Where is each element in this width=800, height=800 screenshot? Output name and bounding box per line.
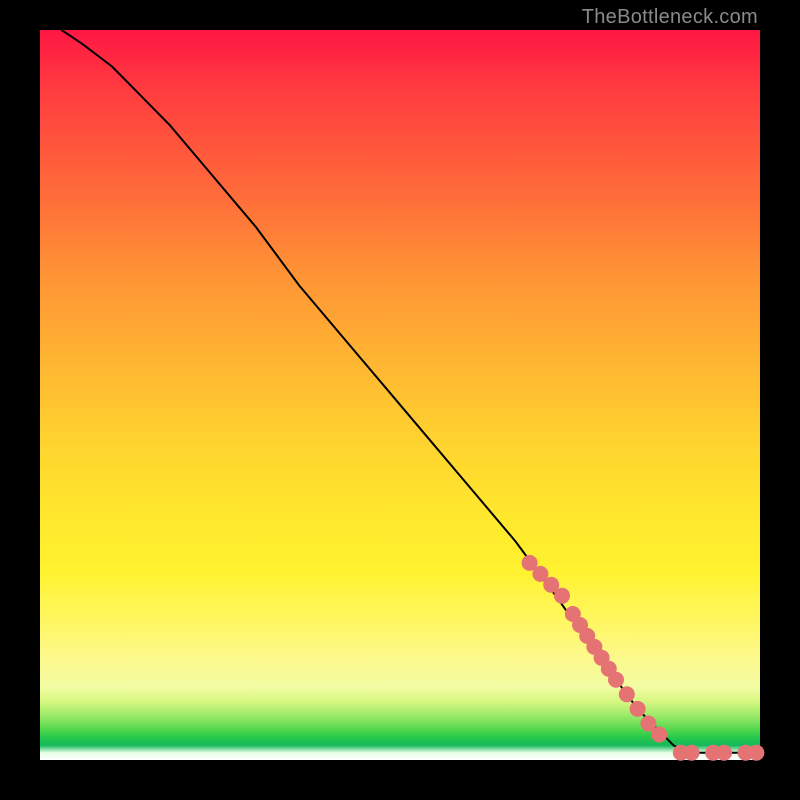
data-marker [630,701,646,717]
data-marker [651,727,667,743]
chart-svg [40,30,760,760]
data-marker [748,745,764,761]
data-marker [716,745,732,761]
bottleneck-curve [62,30,753,753]
attribution-text: TheBottleneck.com [582,6,758,29]
data-marker [684,745,700,761]
data-marker [619,686,635,702]
data-marker [554,588,570,604]
chart-container: TheBottleneck.com [0,0,800,800]
marker-group [522,555,765,761]
data-marker [608,672,624,688]
plot-area [40,30,760,760]
